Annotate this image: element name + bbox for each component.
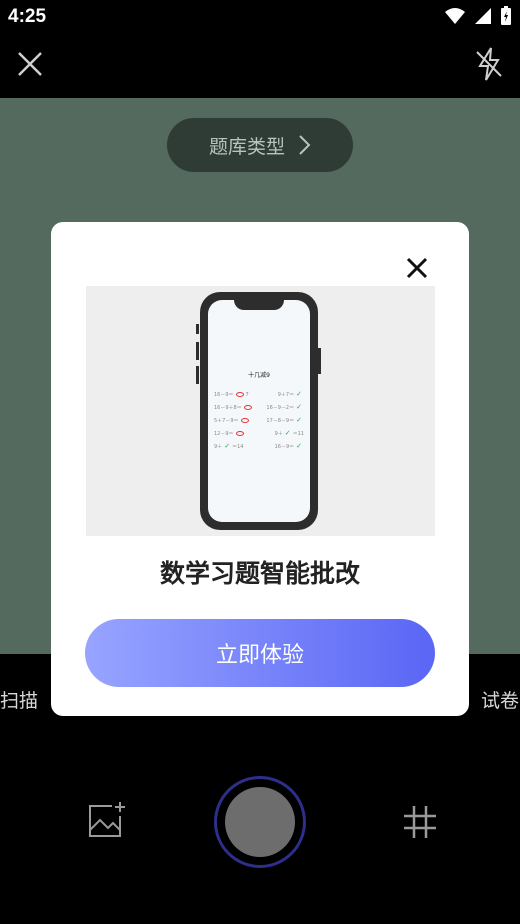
wrong-mark-icon <box>235 392 244 397</box>
check-mark-icon: ✓ <box>284 429 291 437</box>
phone-frame: 十几减9 16－9＝ 7 9＋7＝ ✓ 16－9＋8＝ 16－9－2＝ ✓ 5＋7－9＝ 17－… <box>200 292 318 530</box>
dialog-title: 数学习题智能批改 <box>159 559 360 588</box>
worksheet-equations: 16－9＝ 7 9＋7＝ ✓ 16－9＋8＝ 16－9－2＝ ✓ 5＋7－9＝ 17－8－9＝ ✓… <box>214 388 304 453</box>
equation-text: 9＋7＝ <box>277 392 295 398</box>
equation-row: 12－9＝ 9＋ ✓ ＝11 <box>214 427 304 440</box>
question-bank-type-button[interactable]: 题库类型 <box>167 118 353 172</box>
try-now-label: 立即体验 <box>215 643 304 668</box>
signal-icon <box>475 8 491 24</box>
equation-text: 9＋ <box>274 431 283 437</box>
equation-text: 17－8－9＝ <box>266 418 295 424</box>
equation-text: 16－9＝ <box>274 444 295 450</box>
wrong-mark-icon <box>235 431 244 436</box>
equation-answer: 7 <box>245 391 249 398</box>
mode-paper-tab[interactable]: 试卷 <box>481 686 519 713</box>
equation-text: 16－9＋8＝ <box>214 405 242 411</box>
equation-text: 5＋7－9＝ <box>214 418 239 424</box>
equation: 12－9＝ <box>214 427 246 440</box>
equation: 5＋7－9＝ <box>214 414 251 427</box>
top-bar <box>0 34 520 98</box>
equation-answer: ＝14 <box>232 444 244 450</box>
wifi-icon <box>445 8 465 24</box>
equation: 16－9＝ ✓ <box>275 440 304 453</box>
equation-text: 12－9＝ <box>214 431 234 437</box>
equation-row: 9＋ ✓ ＝14 16－9＝ ✓ <box>214 440 304 453</box>
close-icon[interactable] <box>14 48 46 80</box>
chevron-right-icon <box>299 135 311 155</box>
wrong-mark-icon <box>240 418 249 423</box>
try-now-button[interactable]: 立即体验 <box>85 619 435 687</box>
gallery-add-icon[interactable] <box>86 800 126 840</box>
check-mark-icon: ✓ <box>296 390 302 398</box>
phone-illustration: 十几减9 16－9＝ 7 9＋7＝ ✓ 16－9＋8＝ 16－9－2＝ ✓ 5＋7－9＝ 17－… <box>86 286 435 536</box>
equation: 16－9＝ 7 <box>214 388 249 401</box>
equation-text: 16－9－2＝ <box>266 405 295 411</box>
mode-scan-tab[interactable]: 扫描 <box>0 686 38 713</box>
equation-row: 16－9＋8＝ 16－9－2＝ ✓ <box>214 401 304 414</box>
equation-row: 5＋7－9＝ 17－8－9＝ ✓ <box>214 414 304 427</box>
promo-dialog: 十几减9 16－9＝ 7 9＋7＝ ✓ 16－9＋8＝ 16－9－2＝ ✓ 5＋7－9＝ 17－… <box>51 222 469 716</box>
shutter-button[interactable] <box>214 776 306 868</box>
equation: 17－8－9＝ ✓ <box>266 414 304 427</box>
equation: 16－9＋8＝ <box>214 401 254 414</box>
check-mark-icon: ✓ <box>296 416 302 424</box>
equation-answer: ＝11 <box>292 431 304 437</box>
equation-text: 9＋ <box>214 444 223 450</box>
check-mark-icon: ✓ <box>224 442 231 450</box>
equation: 9＋ ✓ ＝14 <box>214 440 243 453</box>
dialog-close-icon[interactable] <box>403 254 431 282</box>
equation: 9＋7＝ ✓ <box>278 388 304 401</box>
equation-text: 16－9＝ <box>214 392 234 398</box>
equation: 16－9－2＝ ✓ <box>266 401 304 414</box>
battery-icon <box>501 6 511 25</box>
status-time: 4:25 <box>8 6 47 27</box>
status-bar: 4:25 <box>0 0 520 34</box>
check-mark-icon: ✓ <box>296 403 302 411</box>
phone-screen: 十几减9 16－9＝ 7 9＋7＝ ✓ 16－9＋8＝ 16－9－2＝ ✓ 5＋7－9＝ 17－… <box>208 300 310 522</box>
wrong-mark-icon <box>243 405 252 410</box>
worksheet-title: 十几减9 <box>248 372 270 379</box>
check-mark-icon: ✓ <box>296 442 302 450</box>
grid-icon[interactable] <box>402 804 438 840</box>
flash-off-icon[interactable] <box>474 46 504 82</box>
equation-row: 16－9＝ 7 9＋7＝ ✓ <box>214 388 304 401</box>
equation: 9＋ ✓ ＝11 <box>275 427 304 440</box>
status-icons <box>444 6 512 26</box>
question-bank-type-label: 题库类型 <box>208 135 285 158</box>
shutter-core <box>225 787 295 857</box>
